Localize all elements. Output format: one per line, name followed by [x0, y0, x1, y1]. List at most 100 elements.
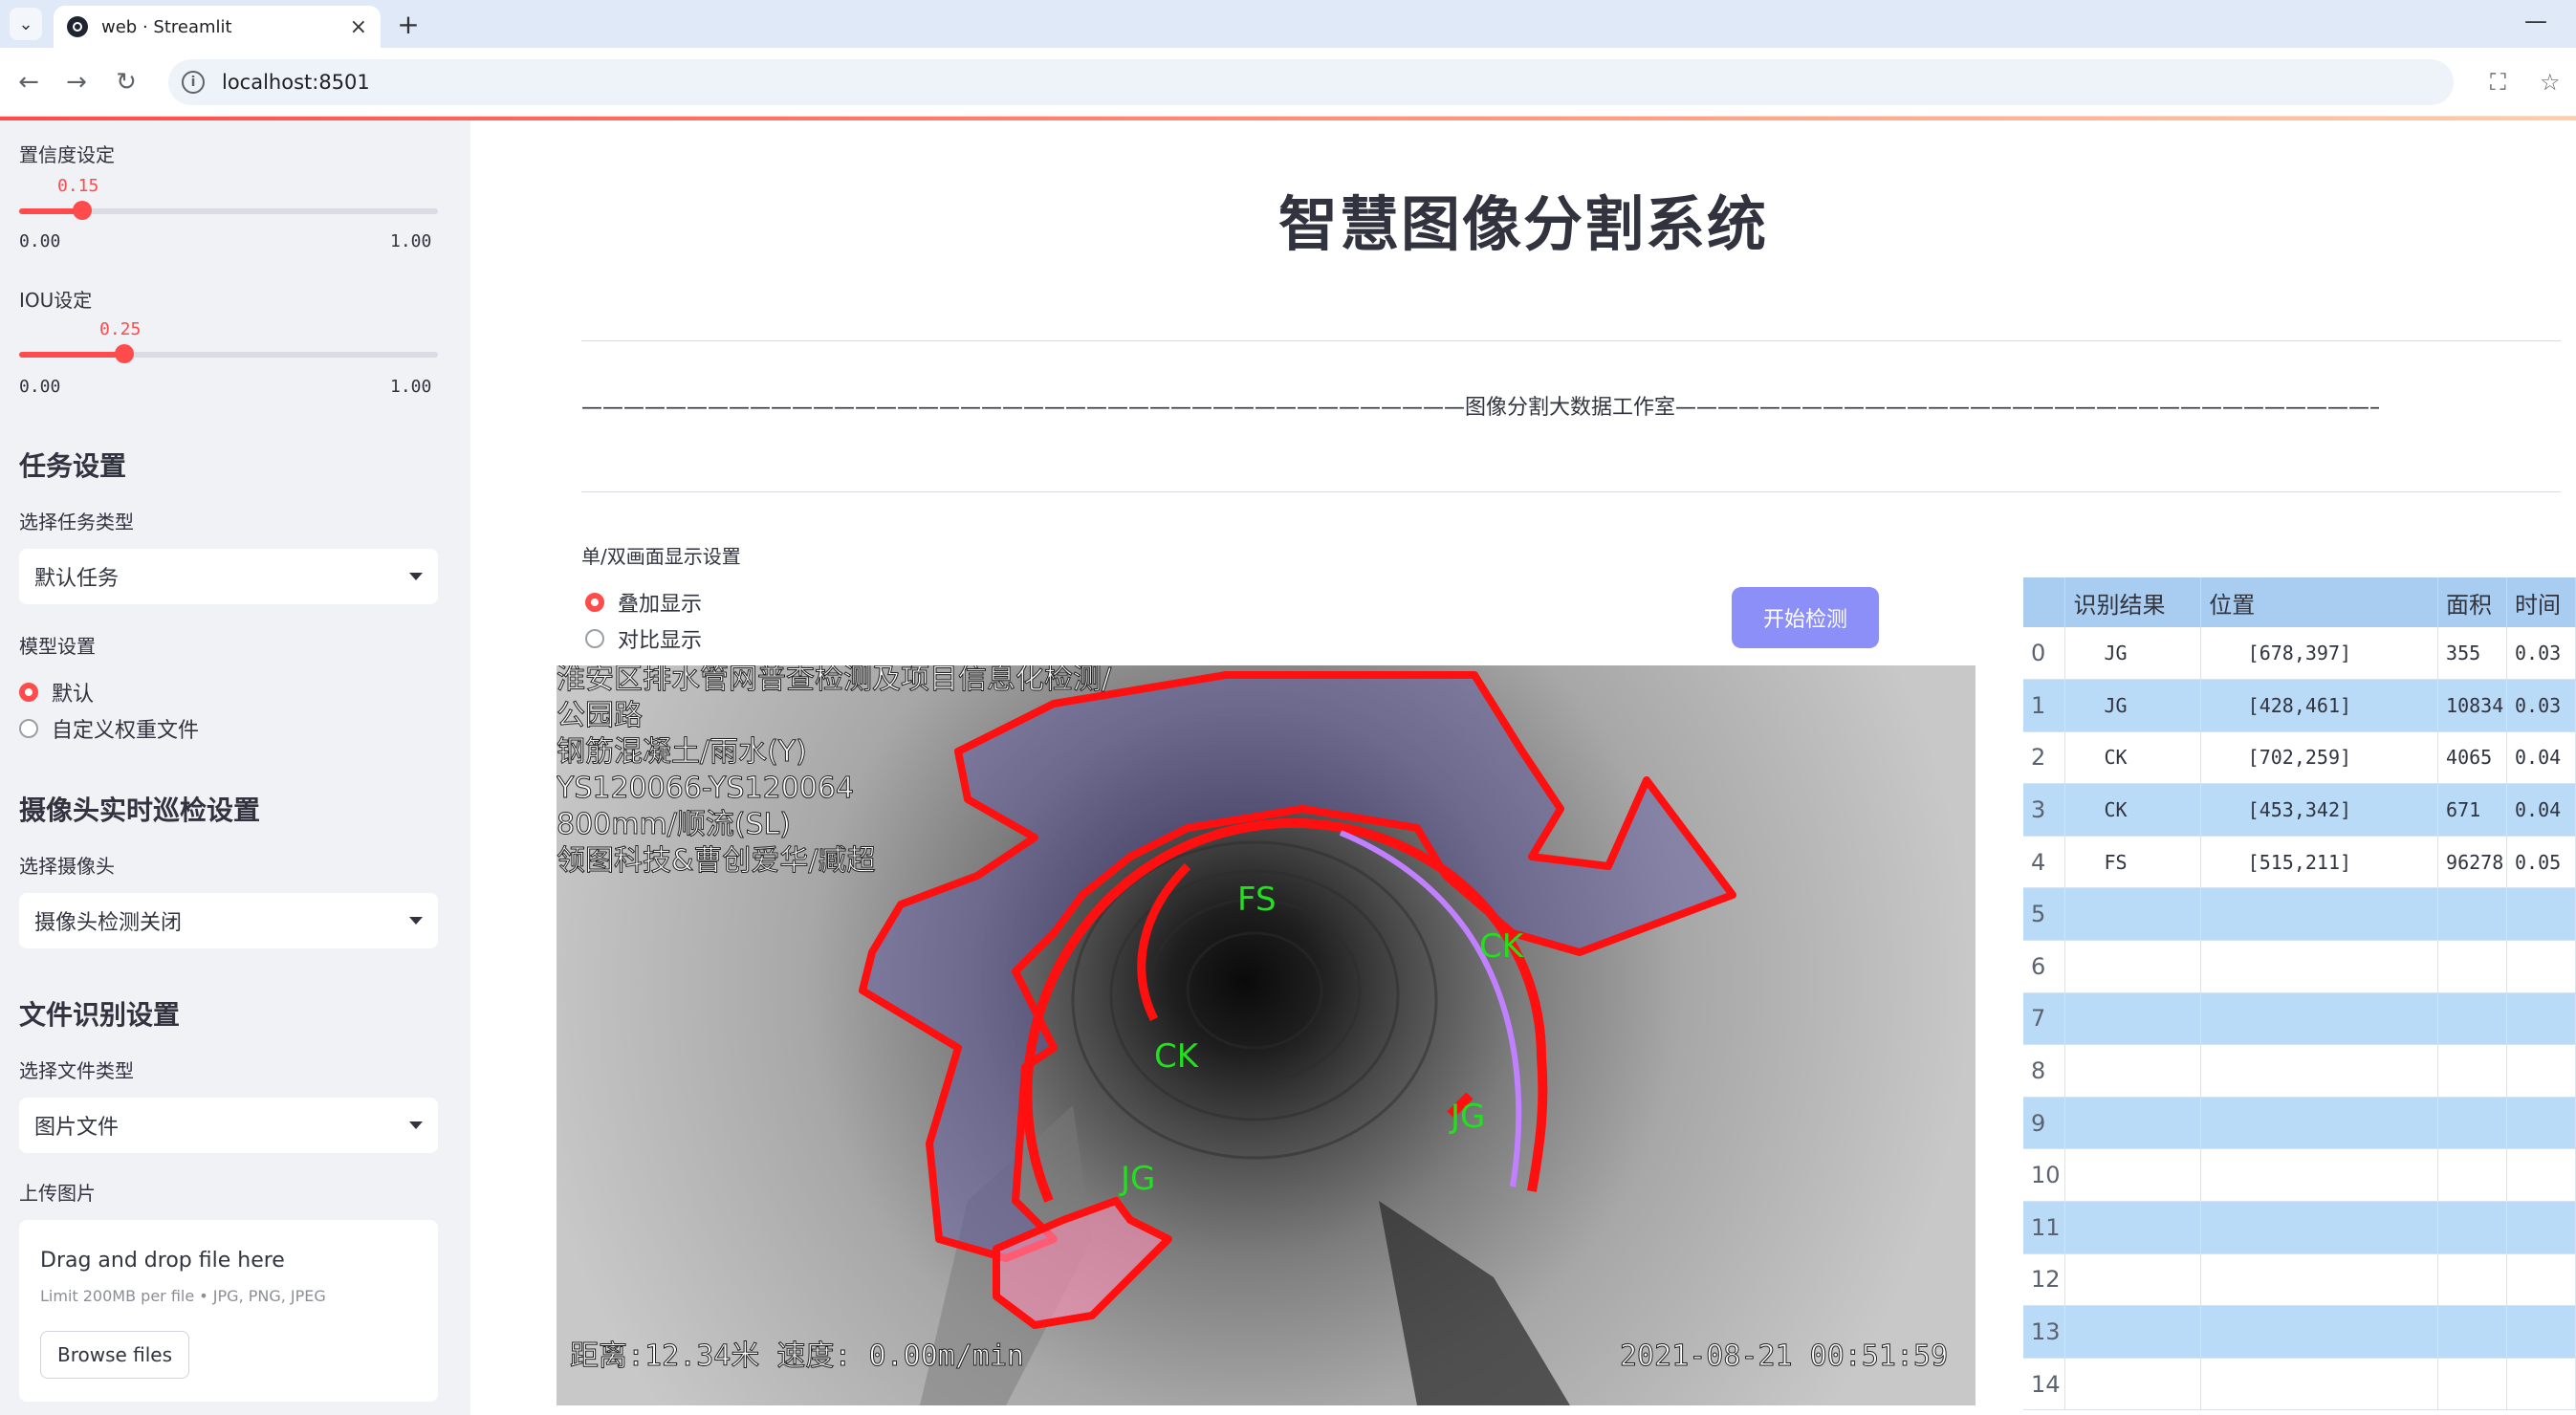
iou-min: 0.00 — [19, 377, 61, 397]
row-time: 0.03 — [2506, 679, 2576, 732]
model-option-custom[interactable]: 自定义权重文件 — [19, 713, 199, 744]
row-position — [2200, 992, 2439, 1046]
row-index: 9 — [2023, 1097, 2066, 1150]
table-row[interactable]: 9 — [2023, 1097, 2576, 1150]
row-area — [2437, 1148, 2508, 1203]
table-row[interactable]: 6 — [2023, 940, 2576, 993]
streamlit-favicon-icon — [67, 16, 88, 37]
reload-icon[interactable]: ↻ — [109, 65, 143, 99]
file-uploader-dropzone[interactable]: Drag and drop file here Limit 200MB per … — [19, 1220, 438, 1402]
iou-slider[interactable] — [19, 344, 438, 363]
task-type-select[interactable]: 默认任务 — [19, 549, 438, 604]
table-row[interactable]: 13 — [2023, 1305, 2576, 1359]
confidence-slider[interactable] — [19, 201, 438, 220]
new-tab-icon[interactable]: + — [392, 8, 425, 40]
table-row[interactable]: 3 CK [453,342] 671 0.04 — [2023, 783, 2576, 837]
row-result — [2064, 1253, 2202, 1307]
table-row[interactable]: 0 JG [678,397] 355 0.03 — [2023, 627, 2576, 681]
row-index: 5 — [2023, 887, 2066, 942]
row-result: FS — [2064, 836, 2202, 889]
detection-label-jg-left: JG — [1119, 1160, 1155, 1198]
table-row[interactable]: 5 — [2023, 887, 2576, 942]
browser-tab[interactable]: web · Streamlit × — [54, 6, 381, 48]
row-position — [2200, 1097, 2439, 1150]
confidence-slider-thumb[interactable] — [72, 201, 92, 220]
row-time — [2506, 1097, 2576, 1150]
iou-slider-thumb[interactable] — [114, 344, 134, 363]
table-row[interactable]: 4 FS [515,211] 96278 0.05 — [2023, 836, 2576, 889]
row-result: JG — [2064, 679, 2202, 732]
table-row[interactable]: 11 — [2023, 1201, 2576, 1254]
row-position — [2200, 940, 2439, 993]
overlay-line-3: 钢筋混凝土/雨水(Y) — [557, 735, 807, 769]
url-field[interactable]: i localhost:8501 — [168, 59, 2454, 105]
divider — [581, 491, 2561, 492]
row-area — [2437, 1305, 2508, 1359]
camera-heading: 摄像头实时巡检设置 — [19, 795, 261, 826]
display-option-overlay[interactable]: 叠加显示 — [585, 587, 702, 618]
table-row[interactable]: 2 CK [702,259] 4065 0.04 — [2023, 731, 2576, 785]
file-type-select[interactable]: 图片文件 — [19, 1098, 438, 1153]
table-row[interactable]: 12 — [2023, 1253, 2576, 1307]
row-position — [2200, 887, 2439, 942]
table-row[interactable]: 7 — [2023, 992, 2576, 1046]
display-option-overlay-label: 叠加显示 — [618, 593, 703, 617]
row-position — [2200, 1253, 2439, 1307]
chevron-down-icon — [409, 1121, 423, 1129]
row-result — [2064, 1148, 2202, 1203]
radio-selected-icon — [19, 683, 38, 702]
row-index: 3 — [2023, 783, 2066, 837]
overlay-timestamp: 2021-08-21 00:51:59 — [1620, 1339, 1948, 1373]
bookmark-star-icon[interactable]: ☆ — [2540, 69, 2561, 96]
forward-icon[interactable]: → — [59, 65, 94, 99]
tab-search-chevron-icon[interactable]: ⌄ — [10, 8, 42, 40]
row-time: 0.04 — [2506, 783, 2576, 837]
row-area — [2437, 1201, 2508, 1254]
confidence-label: 置信度设定 — [19, 143, 115, 166]
col-header-index[interactable] — [2023, 577, 2066, 627]
row-index: 11 — [2023, 1201, 2066, 1254]
detection-label-ck-left: CK — [1154, 1037, 1200, 1076]
col-header-position[interactable]: 位置 — [2200, 577, 2439, 627]
task-heading: 任务设置 — [19, 450, 127, 482]
overlay-line-2: 公园路 — [557, 699, 643, 732]
col-header-time[interactable]: 时间 — [2506, 577, 2576, 627]
row-area — [2437, 1253, 2508, 1307]
browse-files-button[interactable]: Browse files — [40, 1331, 189, 1379]
row-position — [2200, 1148, 2439, 1203]
row-index: 0 — [2023, 627, 2066, 681]
display-option-compare[interactable]: 对比显示 — [585, 623, 702, 654]
row-time — [2506, 940, 2576, 993]
upload-title: Drag and drop file here — [40, 1249, 285, 1273]
table-row[interactable]: 8 — [2023, 1044, 2576, 1098]
table-row[interactable]: 14 — [2023, 1358, 2576, 1411]
window-minimize-icon[interactable]: — — [2524, 8, 2547, 34]
row-position: [453,342] — [2200, 783, 2439, 837]
col-header-area[interactable]: 面积 — [2437, 577, 2508, 627]
row-result — [2064, 1201, 2202, 1254]
row-result: CK — [2064, 731, 2202, 785]
file-type-label: 选择文件类型 — [19, 1059, 134, 1082]
start-detection-button[interactable]: 开始检测 — [1732, 587, 1879, 648]
radio-unselected-icon — [19, 719, 38, 738]
tab-close-icon[interactable]: × — [350, 15, 367, 39]
detection-label-ck-right: CK — [1479, 927, 1525, 966]
sidebar: 置信度设定 0.15 0.00 1.00 IOU设定 0.25 0.00 1.0… — [0, 120, 470, 1415]
translate-icon[interactable]: ⛶ — [2490, 69, 2506, 96]
table-row[interactable]: 1 JG [428,461] 10834 0.03 — [2023, 679, 2576, 732]
row-index: 8 — [2023, 1044, 2066, 1098]
row-area — [2437, 940, 2508, 993]
table-row[interactable]: 10 — [2023, 1148, 2576, 1203]
model-option-default[interactable]: 默认 — [19, 677, 94, 708]
row-index: 13 — [2023, 1305, 2066, 1359]
col-header-result[interactable]: 识别结果 — [2064, 577, 2202, 627]
row-time — [2506, 887, 2576, 942]
results-table[interactable]: 识别结果 位置 面积 时间 0 JG [678,397] 355 0.03 1 JG [428… — [2023, 577, 2576, 1415]
site-info-icon[interactable]: i — [182, 71, 205, 94]
row-result — [2064, 1097, 2202, 1150]
back-icon[interactable]: ← — [11, 65, 46, 99]
camera-select[interactable]: 摄像头检测关闭 — [19, 893, 438, 948]
browser-tab-bar: ⌄ web · Streamlit × + — — [0, 0, 2576, 48]
row-area — [2437, 992, 2508, 1046]
display-option-compare-label: 对比显示 — [618, 629, 703, 653]
